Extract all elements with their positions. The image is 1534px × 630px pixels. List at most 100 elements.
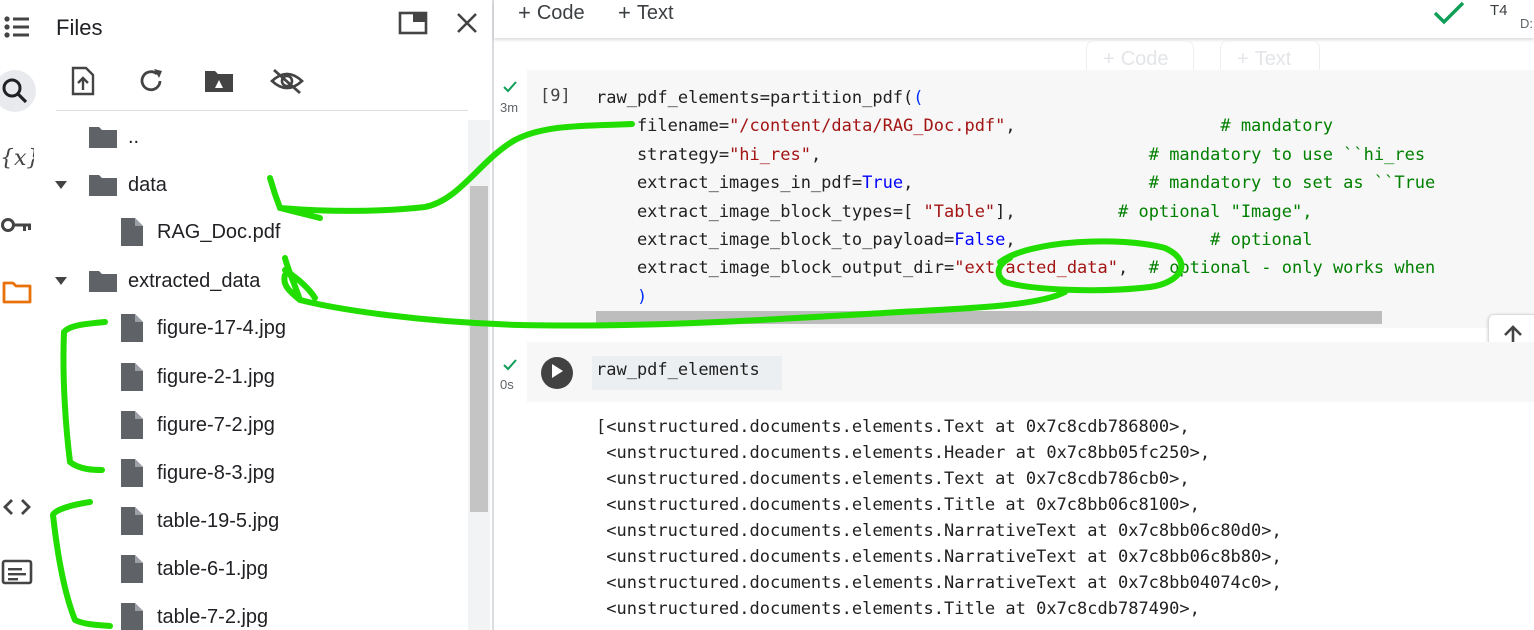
code-string: "extracted_data" bbox=[954, 258, 1118, 279]
code-token: ], bbox=[995, 201, 1118, 222]
tree-item-label: table-19-5.jpg bbox=[157, 509, 280, 532]
connected-check-icon[interactable] bbox=[1432, 0, 1466, 31]
add-code-label: Code bbox=[536, 1, 585, 24]
code-comment: # optional "Image", bbox=[1118, 201, 1313, 222]
tree-item-parent[interactable]: .. bbox=[44, 117, 464, 157]
tree-item-file[interactable]: figure-2-1.jpg bbox=[44, 357, 464, 397]
tree-item-label: extracted_data bbox=[128, 269, 261, 292]
code-horizontal-scrollbar[interactable] bbox=[596, 311, 1382, 324]
code-token: extract_image_block_output_dir= bbox=[596, 258, 955, 279]
code-string: "hi_res" bbox=[729, 144, 811, 165]
panel-scrollbar-thumb[interactable] bbox=[470, 186, 488, 512]
execution-count: [9] bbox=[540, 86, 571, 106]
folder-icon bbox=[88, 269, 118, 293]
panel-border bbox=[492, 0, 494, 630]
plus-icon: + bbox=[1103, 47, 1115, 70]
code-token: , bbox=[903, 173, 1149, 194]
output-line: <unstructured.documents.elements.Narrati… bbox=[596, 573, 1282, 593]
search-icon[interactable] bbox=[0, 70, 36, 112]
file-icon bbox=[120, 362, 144, 392]
code-token: ( bbox=[913, 88, 924, 108]
tree-item-label: table-7-2.jpg bbox=[157, 605, 269, 628]
window-icon[interactable] bbox=[398, 8, 428, 38]
tree-item-label: figure-2-1.jpg bbox=[157, 365, 275, 388]
plus-icon: + bbox=[618, 0, 631, 25]
code-token: ) bbox=[596, 286, 648, 307]
file-icon bbox=[120, 506, 144, 536]
panel-divider bbox=[56, 110, 468, 111]
file-icon bbox=[120, 602, 144, 630]
code-token: raw_pdf_elements=partition_pdf( bbox=[596, 88, 914, 108]
tree-item-file[interactable]: figure-8-3.jpg bbox=[44, 453, 464, 493]
add-code-button[interactable]: + Code bbox=[518, 0, 585, 26]
cell-duration: 3m bbox=[500, 100, 519, 115]
code-editor[interactable]: raw_pdf_elements=partition_pdf(( filenam… bbox=[596, 84, 1435, 311]
code-token: extract_images_in_pdf= bbox=[596, 173, 863, 194]
tree-item-label: .. bbox=[128, 125, 140, 148]
code-string: "Table" bbox=[923, 201, 996, 222]
cell-success-check-icon bbox=[502, 358, 518, 377]
terminal-icon[interactable] bbox=[0, 555, 34, 589]
tree-item-label: figure-8-3.jpg bbox=[157, 461, 275, 484]
tree-item-label: figure-17-4.jpg bbox=[157, 316, 286, 339]
drive-icon[interactable] bbox=[202, 64, 236, 98]
tree-item-file[interactable]: table-7-2.jpg bbox=[44, 597, 464, 630]
code-token: extract_image_block_to_payload= bbox=[596, 230, 955, 251]
tree-item-data[interactable]: data bbox=[44, 165, 464, 205]
code-comment: # mandatory to set as ``True bbox=[1148, 173, 1436, 194]
refresh-icon[interactable] bbox=[134, 64, 168, 98]
code-token: , bbox=[1005, 116, 1221, 137]
run-icon bbox=[550, 363, 564, 384]
hide-icon[interactable] bbox=[270, 64, 304, 98]
tree-item-file[interactable]: figure-7-2.jpg bbox=[44, 405, 464, 445]
output-line: <unstructured.documents.elements.Narrati… bbox=[596, 547, 1282, 567]
tree-item-extracted-data[interactable]: extracted_data bbox=[44, 261, 464, 301]
code-token: , bbox=[1005, 230, 1211, 251]
output-line: <unstructured.documents.elements.Narrati… bbox=[596, 521, 1282, 541]
code-keyword: True bbox=[862, 173, 904, 194]
add-text-button[interactable]: + Text bbox=[618, 0, 674, 26]
tree-item-label: data bbox=[128, 173, 167, 196]
tree-item-label: RAG_Doc.pdf bbox=[157, 220, 281, 243]
list-icon[interactable] bbox=[0, 10, 34, 44]
chevron-down-icon[interactable] bbox=[54, 274, 68, 288]
files-panel: Files .. data RAG_Doc.pdf extracted_data… bbox=[44, 0, 492, 630]
code-string: "/content/data/RAG_Doc.pdf" bbox=[729, 116, 1006, 137]
run-cell-button[interactable] bbox=[541, 357, 573, 389]
tree-item-file[interactable]: table-19-5.jpg bbox=[44, 501, 464, 541]
floating-add-code-label: Code bbox=[1120, 47, 1169, 70]
file-icon bbox=[120, 313, 144, 343]
upload-icon[interactable] bbox=[66, 64, 100, 98]
file-icon bbox=[120, 217, 144, 247]
chevron-down-icon[interactable] bbox=[54, 178, 68, 192]
code-comment: # mandatory to use ``hi_res bbox=[1148, 144, 1426, 165]
code-token: , bbox=[1118, 258, 1149, 279]
file-icon bbox=[120, 410, 144, 440]
key-icon[interactable] bbox=[0, 208, 34, 242]
cell-success-check-icon bbox=[502, 80, 518, 99]
tree-item-file[interactable]: RAG_Doc.pdf bbox=[44, 212, 464, 252]
code-token: strategy= bbox=[596, 144, 730, 165]
code-snippets-icon[interactable] bbox=[0, 490, 34, 524]
output-line: [<unstructured.documents.elements.Text a… bbox=[596, 417, 1190, 437]
code-comment: # mandatory bbox=[1220, 116, 1333, 137]
plus-icon: + bbox=[518, 0, 531, 25]
close-icon[interactable] bbox=[452, 8, 482, 38]
floating-add-text-label: Text bbox=[1254, 47, 1292, 70]
notebook-toolbar: + Code + Text T4 D: bbox=[494, 0, 1534, 38]
plus-icon: + bbox=[1237, 47, 1249, 70]
folder-icon[interactable] bbox=[0, 275, 34, 309]
tree-item-file[interactable]: table-6-1.jpg bbox=[44, 549, 464, 589]
code-token: filename= bbox=[596, 116, 730, 137]
cell-duration: 0s bbox=[500, 377, 514, 392]
variables-icon[interactable]: {x} bbox=[0, 140, 34, 174]
code-comment: # optional bbox=[1210, 230, 1313, 251]
runtime-label[interactable]: T4 bbox=[1490, 2, 1508, 19]
code-editor[interactable]: raw_pdf_elements bbox=[596, 360, 760, 380]
folder-icon bbox=[88, 173, 118, 197]
code-comment: # optional - only works when bbox=[1148, 258, 1436, 279]
file-icon bbox=[120, 458, 144, 488]
tree-item-file[interactable]: figure-17-4.jpg bbox=[44, 308, 464, 348]
code-token: , bbox=[810, 144, 1149, 165]
tree-item-label: figure-7-2.jpg bbox=[157, 413, 275, 436]
